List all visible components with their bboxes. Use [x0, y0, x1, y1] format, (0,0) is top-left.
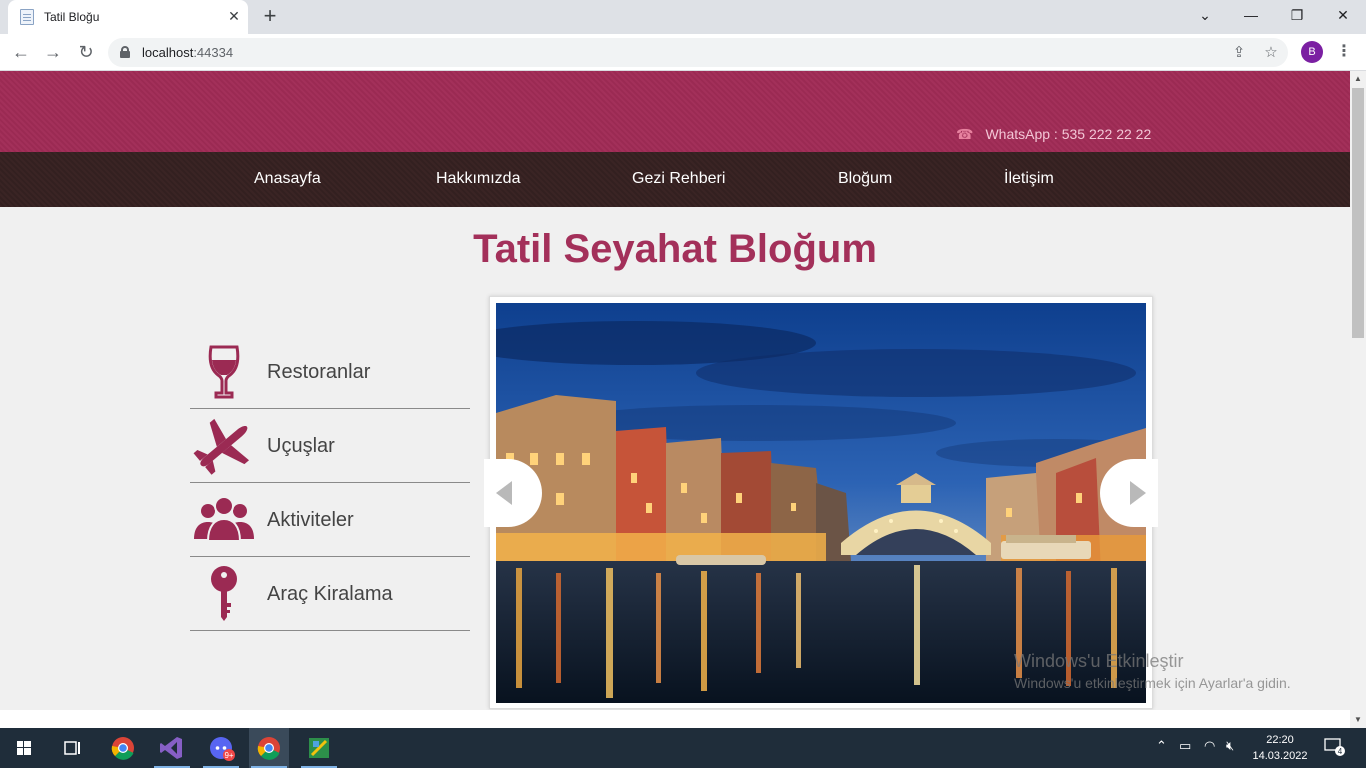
nav-link-anasayfa[interactable]: Anasayfa [254, 170, 321, 188]
network-icon[interactable]: ◠ [1204, 738, 1215, 754]
close-tab-icon[interactable]: ✕ [224, 6, 244, 26]
watermark-subtitle: Windows'u etkinleştirmek için Ayarlar'a … [1014, 675, 1291, 691]
address-bar[interactable]: localhost:44334 ⇪ ☆ [108, 38, 1288, 67]
feature-item-ucuslar[interactable]: Uçuşlar [190, 409, 470, 483]
chrome-icon [111, 737, 134, 760]
page-title: Tatil Seyahat Bloğum [473, 227, 877, 271]
close-window-icon[interactable]: ✕ [1330, 4, 1356, 26]
volume-muted-icon[interactable]: 🔇︎ [1226, 738, 1234, 754]
feature-label: Araç Kiralama [267, 583, 393, 605]
feature-item-arac-kiralama[interactable]: Araç Kiralama [190, 557, 470, 631]
page-scrollbar[interactable]: ▲ ▼ [1350, 71, 1366, 728]
page-footer-strip [0, 710, 1350, 728]
back-icon[interactable]: ← [8, 40, 34, 64]
taskbar-discord[interactable]: 9+ [201, 728, 241, 768]
web-page: ☎ WhatsApp : 535 222 22 22 Anasayfa Hakkı… [0, 71, 1350, 728]
bookmark-star-icon[interactable]: ☆ [1260, 42, 1282, 64]
people-icon [194, 496, 254, 542]
wine-glass-icon [208, 345, 240, 399]
feature-label: Aktiviteler [267, 509, 354, 531]
browser-menu-icon[interactable]: ⋮ [1334, 40, 1354, 64]
task-view-icon [64, 741, 80, 755]
taskbar-chrome-2[interactable] [249, 728, 289, 768]
url-text: localhost:44334 [142, 45, 234, 60]
visual-studio-icon [160, 737, 182, 759]
key-icon [211, 566, 237, 621]
reload-icon[interactable]: ↻ [73, 40, 99, 64]
watermark-title: Windows'u Etkinleştir [1014, 651, 1184, 671]
feature-item-restoranlar[interactable]: Restoranlar [190, 335, 470, 409]
notification-icon: 4 [1324, 738, 1345, 756]
discord-icon: 9+ [210, 737, 235, 761]
tab-title: Tatil Bloğu [44, 10, 100, 24]
browser-tab[interactable]: Tatil Bloğu ✕ [8, 0, 248, 34]
nav-link-blogum[interactable]: Bloğum [838, 170, 892, 188]
tray-overflow-icon[interactable]: ⌃ [1156, 738, 1167, 754]
new-tab-button[interactable]: + [258, 5, 282, 29]
battery-icon[interactable]: ▭ [1179, 738, 1191, 754]
tab-search-icon[interactable]: ⌄ [1192, 4, 1218, 26]
browser-toolbar: ← → ↻ localhost:44334 ⇪ ☆ B ⋮ [0, 34, 1366, 71]
feature-item-aktiviteler[interactable]: Aktiviteler [190, 483, 470, 557]
scroll-thumb[interactable] [1352, 88, 1364, 338]
feature-list: Restoranlar Uçuşlar Aktiviteler Araç Kir… [190, 335, 470, 631]
whatsapp-contact: ☎ WhatsApp : 535 222 22 22 [956, 126, 1152, 142]
site-nav: Anasayfa Hakkımızda Gezi Rehberi Bloğum … [0, 152, 1350, 207]
lock-icon[interactable] [120, 46, 130, 58]
nav-link-gezi-rehberi[interactable]: Gezi Rehberi [632, 170, 725, 188]
clock-time: 22:20 [1266, 734, 1294, 746]
site-header: ☎ WhatsApp : 535 222 22 22 [0, 71, 1350, 152]
taskbar-app[interactable] [299, 728, 339, 768]
clock-date: 14.03.2022 [1252, 750, 1308, 762]
notification-center-button[interactable]: 4 [1324, 737, 1346, 757]
feature-label: Restoranlar [267, 361, 371, 383]
notification-count: 4 [1338, 747, 1343, 756]
windows-logo-icon [17, 741, 31, 755]
task-view-button[interactable] [52, 728, 92, 768]
minimize-icon[interactable]: — [1238, 4, 1264, 26]
slide-image-venice [496, 303, 1146, 703]
windows-taskbar: 9+ ⌃ ▭ ◠ 🔇︎ 22:20 14.03.2022 4 [0, 728, 1366, 768]
chrome-icon [257, 737, 280, 760]
taskbar-chrome-1[interactable] [103, 728, 143, 768]
profile-avatar[interactable]: B [1301, 41, 1323, 63]
app-icon [309, 738, 329, 758]
forward-icon[interactable]: → [40, 40, 66, 64]
share-icon[interactable]: ⇪ [1228, 42, 1250, 64]
nav-link-iletisim[interactable]: İletişim [1004, 170, 1054, 188]
nav-link-hakkimizda[interactable]: Hakkımızda [436, 170, 520, 188]
taskbar-visual-studio[interactable] [152, 728, 192, 768]
discord-badge: 9+ [224, 751, 233, 760]
browser-tabstrip: Tatil Bloğu ✕ + ⌄ — ❐ ✕ [0, 0, 1366, 34]
airplane-icon [193, 418, 250, 475]
restore-icon[interactable]: ❐ [1284, 4, 1310, 26]
windows-activation-watermark: Windows'u Etkinleştir Windows'u etkinleş… [1014, 651, 1291, 691]
taskbar-clock[interactable]: 22:20 14.03.2022 [1250, 732, 1310, 764]
phone-icon: ☎ [956, 126, 974, 142]
feature-label: Uçuşlar [267, 435, 335, 457]
image-slider [484, 296, 1158, 709]
page-favicon-icon [20, 9, 34, 25]
scroll-up-icon[interactable]: ▲ [1350, 71, 1366, 87]
scroll-down-icon[interactable]: ▼ [1350, 712, 1366, 728]
start-button[interactable] [4, 728, 44, 768]
